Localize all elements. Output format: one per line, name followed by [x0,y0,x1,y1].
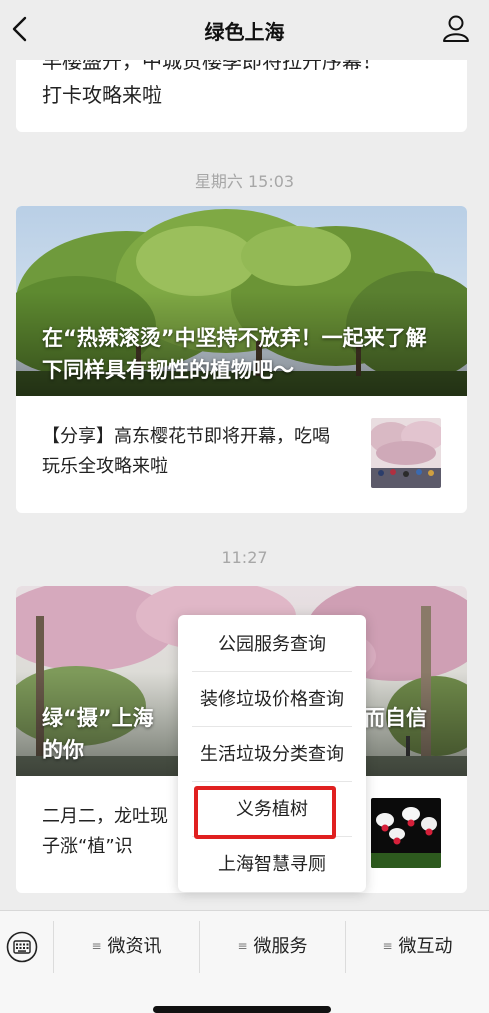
menu-item-label: 上海智慧寻厕 [218,854,326,875]
menu-item-label: 公园服务查询 [218,634,326,655]
home-indicator [153,1006,331,1013]
menu-item-waste-sorting[interactable]: 生活垃圾分类查询 [178,727,366,782]
user-icon[interactable] [441,13,471,43]
page-title: 绿色上海 [204,20,285,44]
hero-title-right: 而自信 [364,706,427,730]
tab-services[interactable]: ≡ 微服务 [200,911,345,981]
menu-lines-icon: ≡ [382,939,393,953]
menu-item-label: 装修垃圾价格查询 [200,689,344,710]
menu-item-renovation-waste[interactable]: 装修垃圾价格查询 [178,672,366,727]
tab-label: 微资讯 [107,936,162,957]
service-popup-menu: 公园服务查询 装修垃圾价格查询 生活垃圾分类查询 义务植树 上海智慧寻厕 [178,615,366,892]
hero-title: 在“热辣滚烫”中坚持不放弃！一起来了解下同样具有韧性的植物吧～ [42,326,427,382]
article-card-group1: 在“热辣滚烫”中坚持不放弃！一起来了解下同样具有韧性的植物吧～ 【分享】高东樱花… [16,206,467,513]
menu-lines-icon: ≡ [91,939,102,953]
hero-article[interactable]: 在“热辣滚烫”中坚持不放弃！一起来了解下同样具有韧性的植物吧～ [16,206,467,396]
keyboard-icon[interactable] [6,931,38,963]
menu-item-label: 生活垃圾分类查询 [200,744,344,765]
nav-bar: 绿色上海 [0,0,489,60]
sub-article-thumbnail [371,418,441,488]
sub-article-title: 【分享】高东樱花节即将开幕，吃喝玩乐全攻略来啦 [42,426,330,477]
menu-lines-icon: ≡ [237,939,248,953]
tab-label: 微服务 [253,936,308,957]
menu-item-park-service[interactable]: 公园服务查询 [178,617,366,672]
article-title-line2: 打卡攻略来啦 [42,83,162,107]
tab-news[interactable]: ≡ 微资讯 [54,911,199,981]
bottom-menu-bar: ≡ 微资讯 ≡ 微服务 ≡ 微互动 [0,910,489,1013]
sub-article-thumbnail [371,798,441,868]
timestamp: 11:27 [221,548,268,567]
tab-interaction[interactable]: ≡ 微互动 [346,911,489,981]
sub-article[interactable]: 【分享】高东樱花节即将开幕，吃喝玩乐全攻略来啦 [16,396,467,512]
menu-item-smart-toilet[interactable]: 上海智慧寻厕 [178,837,366,892]
tab-label: 微互动 [398,936,453,957]
timestamp: 星期六 15:03 [194,172,295,191]
highlight-box [194,786,336,839]
